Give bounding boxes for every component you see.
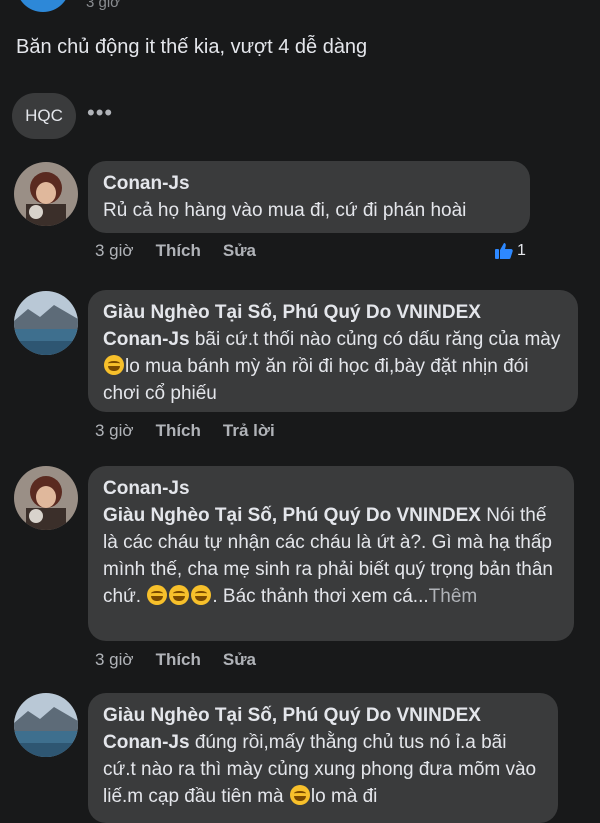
- like-button[interactable]: Thích: [156, 650, 201, 670]
- reply-button[interactable]: Trả lời: [223, 421, 275, 441]
- comment-bubble[interactable]: Giàu Nghèo Tại Số, Phú Quý Do VNINDEX Co…: [88, 290, 578, 412]
- comment-bubble[interactable]: Conan-Js Rủ cả họ hàng vào mua đi, cứ đi…: [88, 161, 530, 233]
- comment-text-part: bãi cứ.t thối nào củng có dấu răng của m…: [189, 329, 561, 350]
- comment-actions: 3 giờ Thích Trả lời: [95, 421, 297, 441]
- comment-author[interactable]: Giàu Nghèo Tại Số, Phú Quý Do VNINDEX: [103, 300, 562, 326]
- post-text: Băn chủ động it thế kia, vượt 4 dễ dàng: [16, 36, 368, 58]
- see-more-link[interactable]: Thêm: [429, 586, 478, 607]
- comment-text: Giàu Nghèo Tại Số, Phú Quý Do VNINDEX Nó…: [103, 502, 558, 610]
- comment-time: 3 giờ: [95, 650, 134, 669]
- rofl-emoji-icon: [169, 585, 190, 605]
- edit-button[interactable]: Sửa: [223, 650, 256, 670]
- avatar[interactable]: [14, 162, 78, 226]
- comment-text: Conan-Js đúng rồi,mấy thằng chủ tus nó ỉ…: [103, 729, 542, 810]
- comment-text-part: . Bác thảnh thơi xem cá...: [212, 586, 429, 607]
- comment-author[interactable]: Conan-Js: [103, 171, 514, 197]
- post-timestamp: 3 giờ: [86, 0, 121, 11]
- more-options-icon[interactable]: •••: [87, 100, 113, 126]
- comment-actions: 3 giờ Thích Sửa: [95, 650, 278, 670]
- rofl-emoji-icon: [104, 355, 124, 375]
- comment-bubble[interactable]: Giàu Nghèo Tại Số, Phú Quý Do VNINDEX Co…: [88, 693, 558, 823]
- edit-button[interactable]: Sửa: [223, 241, 256, 261]
- comment-author[interactable]: Giàu Nghèo Tại Số, Phú Quý Do VNINDEX: [103, 703, 542, 729]
- reply-as-pill[interactable]: HQC: [12, 93, 76, 139]
- avatar[interactable]: [14, 466, 78, 530]
- rofl-emoji-icon: [147, 585, 168, 605]
- comment-author[interactable]: Conan-Js: [103, 476, 558, 502]
- post-author-avatar[interactable]: [16, 0, 70, 12]
- reaction-count[interactable]: 1: [494, 242, 526, 260]
- comment-text: Rủ cả họ hàng vào mua đi, cứ đi phán hoà…: [103, 200, 467, 221]
- mention-tag[interactable]: Giàu Nghèo Tại Số, Phú Quý Do VNINDEX: [103, 505, 481, 526]
- reaction-number: 1: [517, 242, 526, 259]
- comment-bubble[interactable]: Conan-Js Giàu Nghèo Tại Số, Phú Quý Do V…: [88, 466, 574, 641]
- mention-tag[interactable]: Conan-Js: [103, 732, 190, 753]
- comment-time: 3 giờ: [95, 421, 134, 440]
- comment-text-part: lo mua bánh mỳ ăn rồi đi học đi,bày đặt …: [103, 356, 529, 404]
- avatar[interactable]: [14, 291, 78, 355]
- rofl-emoji-icon: [191, 585, 212, 605]
- comment-actions: 3 giờ Thích Sửa: [95, 241, 278, 261]
- comment-time: 3 giờ: [95, 241, 134, 260]
- rofl-emoji-icon: [289, 785, 310, 805]
- comment-text-part: lo mà đi: [310, 786, 378, 807]
- like-button[interactable]: Thích: [156, 421, 201, 441]
- mention-tag[interactable]: Conan-Js: [103, 329, 190, 350]
- avatar[interactable]: [14, 693, 78, 757]
- thumbs-up-icon: [495, 243, 513, 259]
- like-button[interactable]: Thích: [156, 241, 201, 261]
- comment-text: Conan-Js bãi cứ.t thối nào củng có dấu r…: [103, 326, 562, 407]
